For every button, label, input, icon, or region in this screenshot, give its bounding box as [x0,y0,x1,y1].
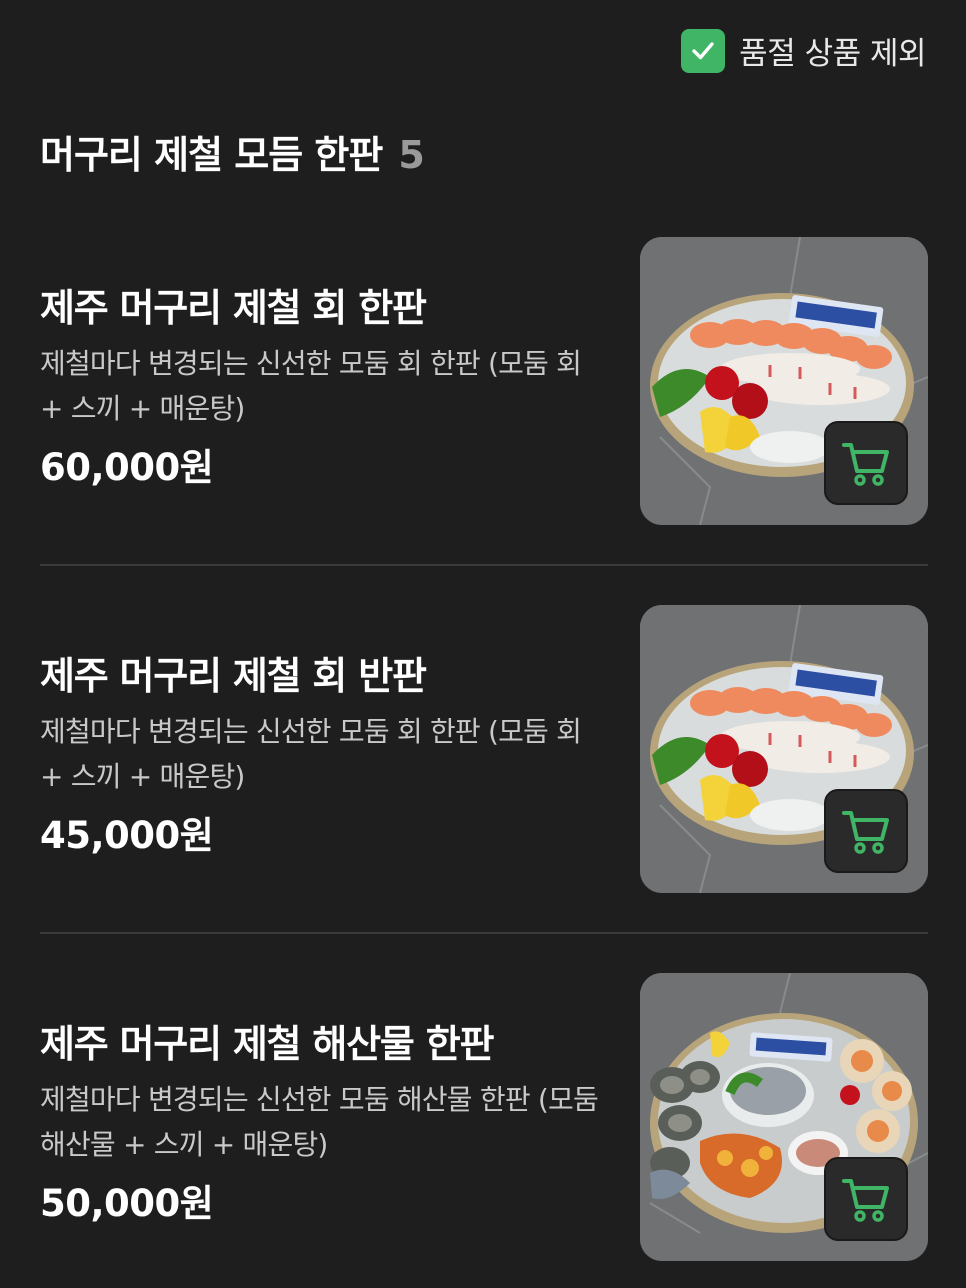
cart-icon [842,1179,889,1222]
menu-item-info: 제주 머구리 제철 회 반판 제철마다 변경되는 신선한 모둠 회 한판 (모둠… [40,651,600,859]
menu-item-info: 제주 머구리 제철 해산물 한판 제철마다 변경되는 신선한 모둠 해산물 한판… [40,1019,600,1227]
menu-item[interactable]: 제주 머구리 제철 회 한판 제철마다 변경되는 신선한 모둠 회 한판 (모둠… [40,237,928,527]
add-to-cart-button[interactable] [824,1157,908,1241]
menu-item-photo[interactable] [640,973,928,1261]
cart-icon [842,443,889,486]
menu-item-name: 제주 머구리 제철 회 반판 [40,654,427,698]
menu-item[interactable]: 제주 머구리 제철 회 반판 제철마다 변경되는 신선한 모둠 회 한판 (모둠… [40,605,928,895]
section-title: 머구리 제철 모듬 한판 [40,133,383,177]
checkmark-icon [692,41,714,59]
menu-item-description: 제철마다 변경되는 신선한 모둠 회 한판 (모둠 회 + 스끼 + 매운탕) [40,347,582,425]
item-divider [40,564,928,566]
exclude-soldout-label: 품절 상품 제외 [739,36,926,72]
section-count: 5 [398,133,424,177]
menu-item-info: 제주 머구리 제철 회 한판 제철마다 변경되는 신선한 모둠 회 한판 (모둠… [40,283,600,491]
exclude-soldout-toggle[interactable]: 품절 상품 제외 [681,28,926,73]
menu-item-photo[interactable] [640,237,928,525]
add-to-cart-button[interactable] [824,789,908,873]
menu-item-name: 제주 머구리 제철 회 한판 [40,286,427,330]
menu-item[interactable]: 제주 머구리 제철 해산물 한판 제철마다 변경되는 신선한 모둠 해산물 한판… [40,973,928,1263]
menu-item-price: 50,000원 [40,1182,214,1225]
menu-item-price: 60,000원 [40,446,214,489]
add-to-cart-button[interactable] [824,421,908,505]
section-header: 머구리 제철 모듬 한판 5 [40,124,425,179]
exclude-soldout-checkbox[interactable] [681,28,726,73]
menu-item-name: 제주 머구리 제철 해산물 한판 [40,1022,494,1066]
menu-item-photo[interactable] [640,605,928,893]
item-divider [40,932,928,934]
menu-item-description: 제철마다 변경되는 신선한 모둠 회 한판 (모둠 회 + 스끼 + 매운탕) [40,715,582,793]
menu-item-description: 제철마다 변경되는 신선한 모둠 해산물 한판 (모둠 해산물 + 스끼 + 매… [40,1083,599,1161]
menu-item-price: 45,000원 [40,814,214,857]
cart-icon [842,811,889,854]
